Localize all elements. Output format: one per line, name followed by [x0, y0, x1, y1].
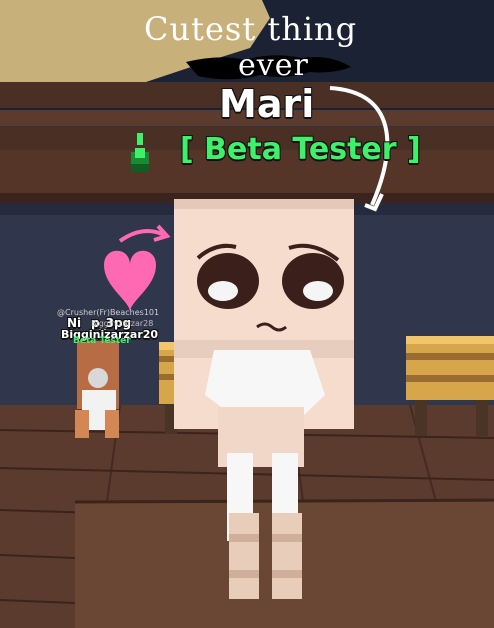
player-title: [ Beta Tester ] [180, 132, 421, 167]
background-avatar [75, 341, 119, 438]
player-name: Mari [219, 82, 315, 126]
handwritten-line-1: Cutest thing [144, 10, 358, 48]
handwritten-line-2: ever [238, 48, 309, 83]
game-screenshot: Cutest thing ever Mari [ Beta Tester ] @… [0, 0, 494, 628]
bg-tag-mid-3: Bigginizarzar28 [91, 319, 154, 328]
bg-player-title: Beta Tester [73, 336, 131, 346]
